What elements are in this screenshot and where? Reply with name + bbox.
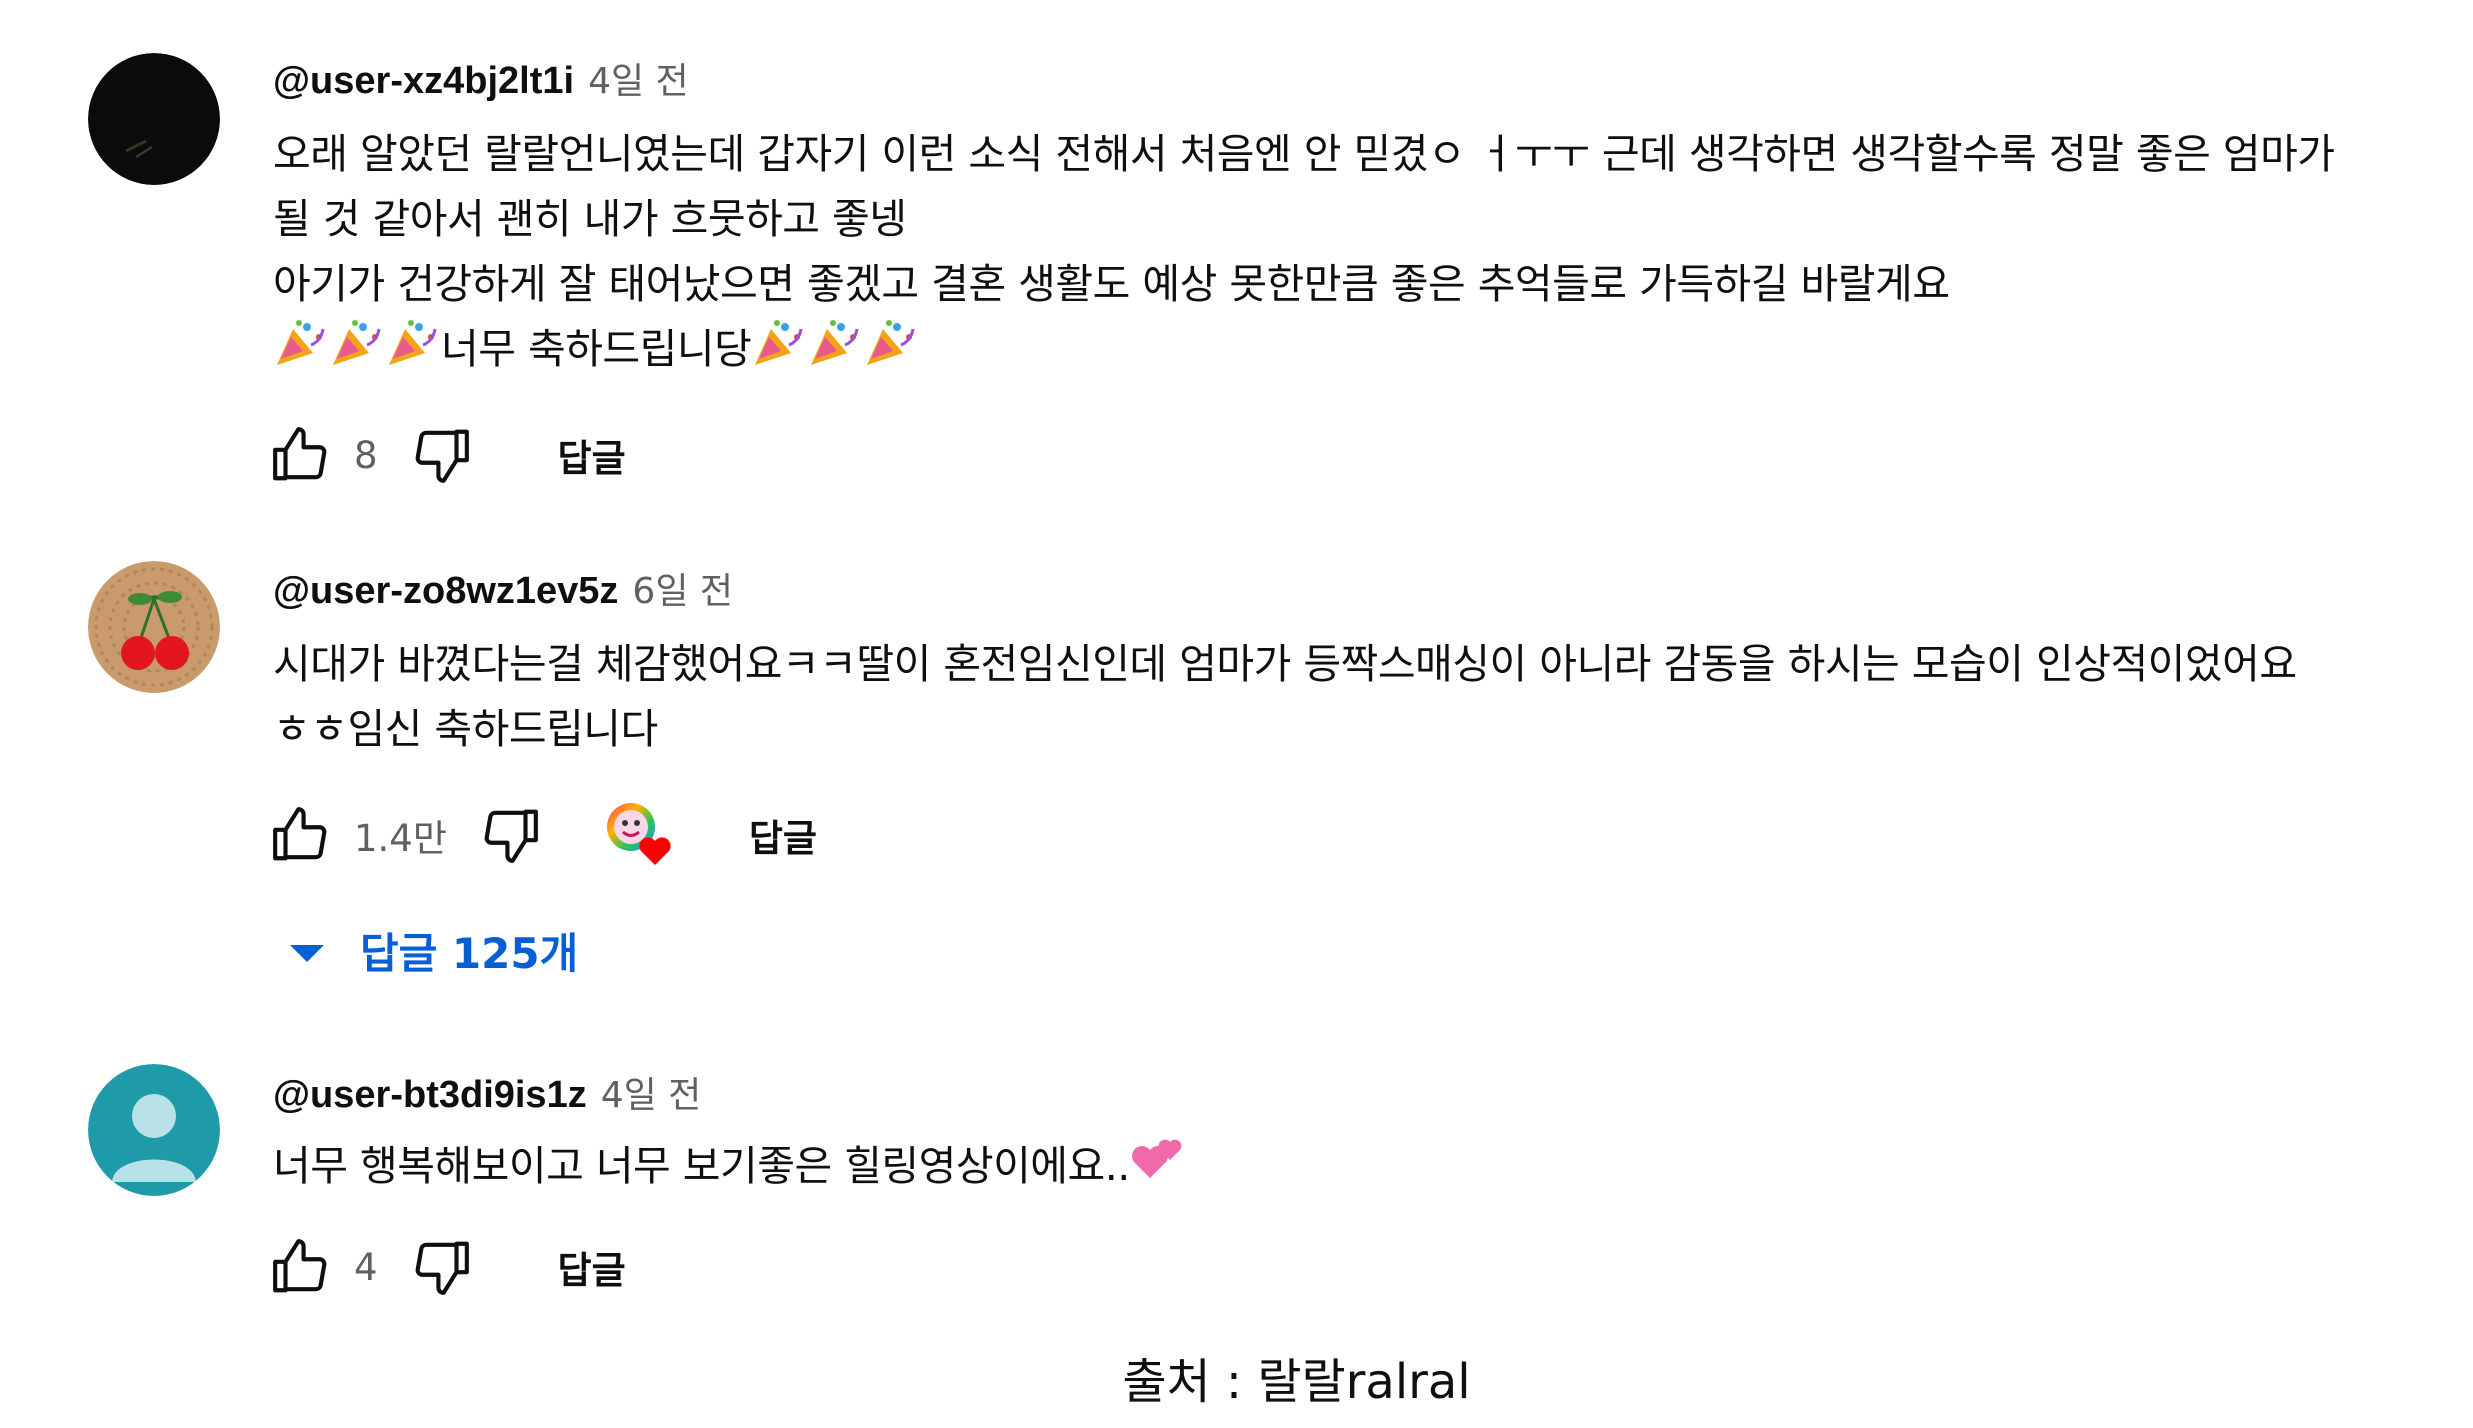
- source-text: 출처 : 랄랄ralral: [1122, 1354, 1471, 1410]
- comment-text: 너무 행복해보이고 너무 보기좋은 힐링영상이에요..: [273, 1134, 2453, 1205]
- dislike-button[interactable]: [477, 802, 543, 868]
- thumbs-down-icon: [415, 429, 469, 483]
- dislike-button[interactable]: [408, 1234, 474, 1300]
- party-popper-emoji: [273, 319, 329, 388]
- comment-line: 오래 알았던 랄랄언니였는데 갑자기 이런 소식 전해서 처음엔 안 믿겼ㅇ ㅓ…: [273, 130, 2335, 178]
- reply-button[interactable]: 답글: [558, 1240, 626, 1294]
- party-popper-emoji: [385, 319, 441, 388]
- party-popper-emoji: [863, 319, 919, 388]
- two-hearts-emoji: [1130, 1134, 1186, 1205]
- comment-line-text: 너무 행복해보이고 너무 보기좋은 힐링영상이에요..: [273, 1142, 1130, 1190]
- comment-line: ㅎㅎ임신 축하드립니다: [273, 705, 658, 753]
- comment-actions: 8 답글: [268, 420, 626, 490]
- like-button[interactable]: [268, 422, 334, 488]
- avatar[interactable]: [88, 53, 220, 185]
- comment-line: 될 것 같아서 괜히 내가 흐뭇하고 좋넹: [273, 195, 907, 243]
- thumbs-up-icon: [273, 807, 327, 861]
- like-button[interactable]: [268, 1234, 334, 1300]
- source-caption: 출처 : 랄랄ralral: [0, 1342, 2473, 1412]
- comment-line: 너무 축하드립니당: [273, 317, 2453, 388]
- comment-time[interactable]: 4일 전: [601, 1066, 702, 1118]
- like-count: 1.4만: [354, 817, 447, 860]
- author-handle[interactable]: @user-xz4bj2lt1i: [273, 60, 574, 103]
- comment-text: 오래 알았던 랄랄언니였는데 갑자기 이런 소식 전해서 처음엔 안 믿겼ㅇ ㅓ…: [273, 122, 2453, 388]
- reply-button[interactable]: 답글: [558, 428, 626, 482]
- like-count: 4: [354, 1245, 378, 1289]
- like-button[interactable]: [268, 802, 334, 868]
- party-popper-emoji: [751, 319, 807, 388]
- thumbs-down-icon: [415, 1241, 469, 1295]
- comment-actions: 1.4만 답글: [268, 800, 817, 870]
- comment-header: @user-zo8wz1ev5z 6일 전: [273, 562, 733, 618]
- replies-count-label: 답글 125개: [360, 928, 579, 978]
- thumbs-up-icon: [273, 1239, 327, 1293]
- thumbs-down-icon: [484, 809, 538, 863]
- comment-line: 시대가 바꼈다는걸 체감했어요ㅋㅋ딸이 혼전임신인데 엄마가 등짝스매싱이 아니…: [273, 640, 2297, 688]
- comment-line: 아기가 건강하게 잘 태어났으면 좋겠고 결혼 생활도 예상 못한만큼 좋은 추…: [273, 260, 1950, 308]
- comment-celebrate-text: 너무 축하드립니당: [441, 325, 752, 373]
- reply-button[interactable]: 답글: [749, 808, 817, 862]
- dislike-button[interactable]: [408, 422, 474, 488]
- author-handle[interactable]: @user-zo8wz1ev5z: [273, 570, 618, 613]
- comment-time[interactable]: 4일 전: [588, 52, 689, 104]
- view-replies-button[interactable]: 답글 125개: [290, 920, 578, 980]
- avatar[interactable]: [88, 1064, 220, 1196]
- party-popper-emoji: [329, 319, 385, 388]
- comment-time[interactable]: 6일 전: [632, 562, 733, 614]
- comment-header: @user-xz4bj2lt1i 4일 전: [273, 52, 689, 108]
- comment-line: 너무 행복해보이고 너무 보기좋은 힐링영상이에요..: [273, 1134, 2453, 1205]
- comment-header: @user-bt3di9is1z 4일 전: [273, 1066, 701, 1122]
- like-count: 8: [354, 433, 378, 477]
- avatar[interactable]: [88, 561, 220, 693]
- comment-text: 시대가 바꼈다는걸 체감했어요ㅋㅋ딸이 혼전임신인데 엄마가 등짝스매싱이 아니…: [273, 632, 2453, 762]
- caret-down-icon: [290, 944, 324, 962]
- author-handle[interactable]: @user-bt3di9is1z: [273, 1074, 587, 1117]
- thumbs-up-icon: [273, 427, 327, 481]
- creator-heart-badge: [603, 799, 675, 871]
- party-popper-emoji: [807, 319, 863, 388]
- comment-actions: 4 답글: [268, 1232, 626, 1302]
